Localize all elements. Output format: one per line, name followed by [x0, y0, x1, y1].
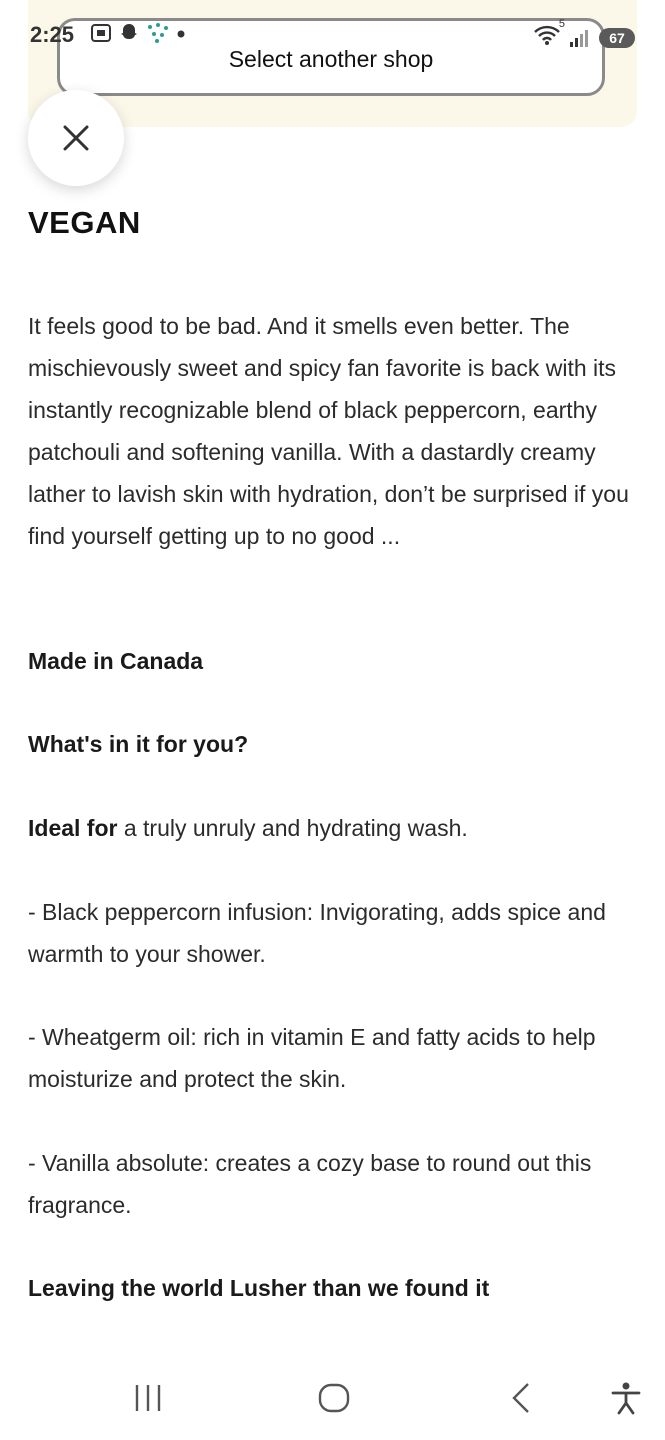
ideal-for-text: a truly unruly and hydrating wash.	[117, 815, 468, 841]
home-icon	[318, 1383, 350, 1413]
wifi-label: 5	[558, 18, 565, 30]
home-button[interactable]	[316, 1380, 352, 1421]
battery-indicator: 67	[599, 27, 635, 48]
recents-button[interactable]	[130, 1380, 166, 1421]
made-in-label: Made in Canada	[28, 648, 204, 674]
closing-heading: Leaving the world Lusher than we found i…	[28, 1275, 490, 1301]
bullet-item: - Black peppercorn infusion: Invigoratin…	[28, 899, 606, 967]
recents-icon	[135, 1385, 161, 1411]
notification-dot-icon	[177, 30, 185, 38]
whats-in-heading: What's in it for you?	[28, 731, 249, 757]
product-description: It feels good to be bad. And it smells e…	[28, 313, 629, 549]
bullet-item: - Wheatgerm oil: rich in vitamin E and f…	[28, 1024, 596, 1092]
bullet-item: - Vanilla absolute: creates a cozy base …	[28, 1150, 592, 1218]
accessibility-button[interactable]	[609, 1380, 643, 1421]
back-button[interactable]	[503, 1380, 539, 1421]
wifi-icon	[534, 25, 560, 45]
signal-icon	[570, 29, 588, 47]
ideal-for-line: Ideal for a truly unruly and hydrating w…	[28, 807, 638, 849]
status-bar: 2:25 5 67	[0, 0, 665, 70]
status-time: 2:25	[30, 22, 75, 47]
product-title: VEGAN	[28, 205, 141, 240]
system-nav-bar	[0, 1360, 665, 1440]
close-icon	[63, 125, 89, 151]
ideal-for-label: Ideal for	[28, 815, 118, 841]
snapchat-icon	[121, 24, 137, 39]
screenshot-icon	[91, 24, 111, 42]
back-icon	[512, 1383, 529, 1413]
app-dots-icon	[148, 23, 168, 43]
close-button[interactable]	[28, 90, 124, 186]
accessibility-icon	[611, 1382, 641, 1415]
